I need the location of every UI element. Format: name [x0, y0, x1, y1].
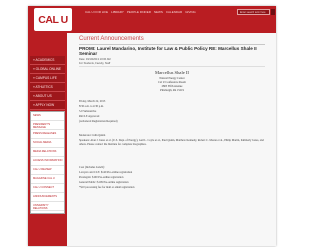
logo-text: CAL U: [38, 13, 68, 26]
cost-line: Lawyers and CLE: $149 Pre-online registr…: [79, 171, 133, 174]
venue-line: Cal U Conference Room: [158, 81, 186, 84]
topnav-calendar[interactable]: CALENDAR: [166, 9, 182, 15]
logo[interactable]: CAL U: [34, 8, 72, 31]
sidebar-item-label: » APPLY NOW: [33, 103, 55, 107]
topnav-people-finder[interactable]: PEOPLE FINDER: [127, 9, 151, 15]
event-approval: PACLE Approved: [79, 115, 100, 118]
sidebar-item-label: » ATHLETICS: [33, 85, 53, 89]
submenu-item-news[interactable]: NEWS: [31, 112, 64, 121]
sidebar-item-about-us[interactable]: » ABOUT US: [30, 92, 65, 101]
submenu-item-cal-u-connect[interactable]: CAL U CONNECT: [31, 184, 64, 193]
moderator: Moderator: John Quinn: [79, 134, 106, 137]
submenu-item-cal-u-review[interactable]: CAL U REVIEW: [31, 166, 64, 175]
cost-line: General Public: $109 Pre-online registra…: [79, 181, 129, 184]
top-nav: CAL U FOR LIFE LIBRARY PEOPLE FINDER NEW…: [85, 9, 235, 15]
venue-line: 2805 Fifth Avenue: [161, 85, 183, 88]
divider: [79, 66, 265, 67]
submenu-item-social-media[interactable]: SOCIAL MEDIA: [31, 139, 64, 148]
section-title: Current Announcements: [79, 36, 144, 42]
venue-line: Pittsburgh, PA 15219: [160, 89, 184, 92]
search-input[interactable]: Enter search term here: [237, 9, 270, 15]
topnav-library[interactable]: LIBRARY: [111, 9, 124, 15]
divider: [79, 44, 265, 45]
sidebar-item-apply-now[interactable]: » APPLY NOW: [30, 101, 65, 110]
submenu-item-label: SOCIAL MEDIA: [33, 140, 52, 144]
submenu-item-label: CAL U CONNECT: [33, 185, 55, 189]
submenu-item-university-relations[interactable]: UNIVERSITY RELATIONS: [31, 202, 64, 211]
sidebar-item-academics[interactable]: » ACADEMICS: [30, 56, 65, 65]
venue-line: Natural Energy Center: [159, 77, 185, 80]
sidebar-item-label: » ACADEMICS: [33, 58, 55, 62]
sidebar-item-label: » ABOUT US: [33, 94, 52, 98]
announcement-audience: For Students, Faculty, Staff: [79, 62, 111, 65]
topnav-news[interactable]: NEWS: [154, 9, 163, 15]
speakers: Speakers: Alan J. Janos et al. (U.S. Dep…: [79, 139, 264, 147]
event-credits: 5.0 Substantive: [79, 110, 97, 113]
submenu-item-label: MEDIA RELATIONS: [33, 149, 57, 153]
submenu-item-magazine[interactable]: MAGAZINE CAL U: [31, 175, 64, 184]
submenu-item-label: PRESIDENT'S MESSAGE: [33, 122, 51, 129]
announcement-title: PROMI: Laurel Mandarino, Institute for L…: [79, 46, 257, 57]
submenu-item-label: ACCESS INFORMATION: [33, 158, 63, 162]
announcement-date: Date: 03/19/2013 10:06 AM: [79, 58, 111, 61]
cost-line: *$10 processing fee for mail or email re…: [79, 186, 135, 189]
submenu-item-presidents-message[interactable]: PRESIDENT'S MESSAGE: [31, 121, 64, 130]
sidebar-item-global-online[interactable]: » GLOBAL ONLINE: [30, 65, 65, 74]
search-icon[interactable]: [271, 9, 275, 15]
submenu-item-label: MAGAZINE CAL U: [33, 176, 55, 180]
submenu-item-press-releases[interactable]: PRESS RELEASES: [31, 130, 64, 139]
event-time: 8:30 a.m. to 4:30 p.m.: [79, 105, 104, 108]
submenu-item-label: UNIVERSITY RELATIONS: [33, 203, 49, 210]
cost-heading: Cost (Includes Lunch):: [79, 166, 105, 169]
submenu-item-announcements[interactable]: ANNOUNCEMENTS: [31, 193, 64, 202]
submenu-item-media-relations[interactable]: MEDIA RELATIONS: [31, 148, 64, 157]
topnav-giving[interactable]: GIVING: [185, 9, 196, 15]
search-placeholder: Enter search term here: [240, 10, 266, 14]
sidebar-item-athletics[interactable]: » ATHLETICS: [30, 83, 65, 92]
sidebar-item-label: » CAMPUS LIFE: [33, 76, 57, 80]
event-date: Friday, March 22, 2013: [79, 100, 106, 103]
topnav-cal-u-for-life[interactable]: CAL U FOR LIFE: [85, 9, 108, 15]
submenu-item-label: ANNOUNCEMENTS: [33, 194, 57, 198]
cost-line: Paralegals: $100 Pre-online registration: [79, 176, 124, 179]
event-heading: Marcellus Shale II: [155, 70, 189, 75]
submenu-item-label: CAL U REVIEW: [33, 167, 52, 171]
sidebar-item-campus-life[interactable]: » CAMPUS LIFE: [30, 74, 65, 83]
sidebar-item-label: » GLOBAL ONLINE: [33, 67, 62, 71]
event-registration-note: (Advanced Registration Required): [79, 120, 118, 123]
submenu-item-label: NEWS: [33, 113, 41, 117]
submenu-item-label: PRESS RELEASES: [33, 131, 57, 135]
submenu-item-access-information[interactable]: ACCESS INFORMATION: [31, 157, 64, 166]
